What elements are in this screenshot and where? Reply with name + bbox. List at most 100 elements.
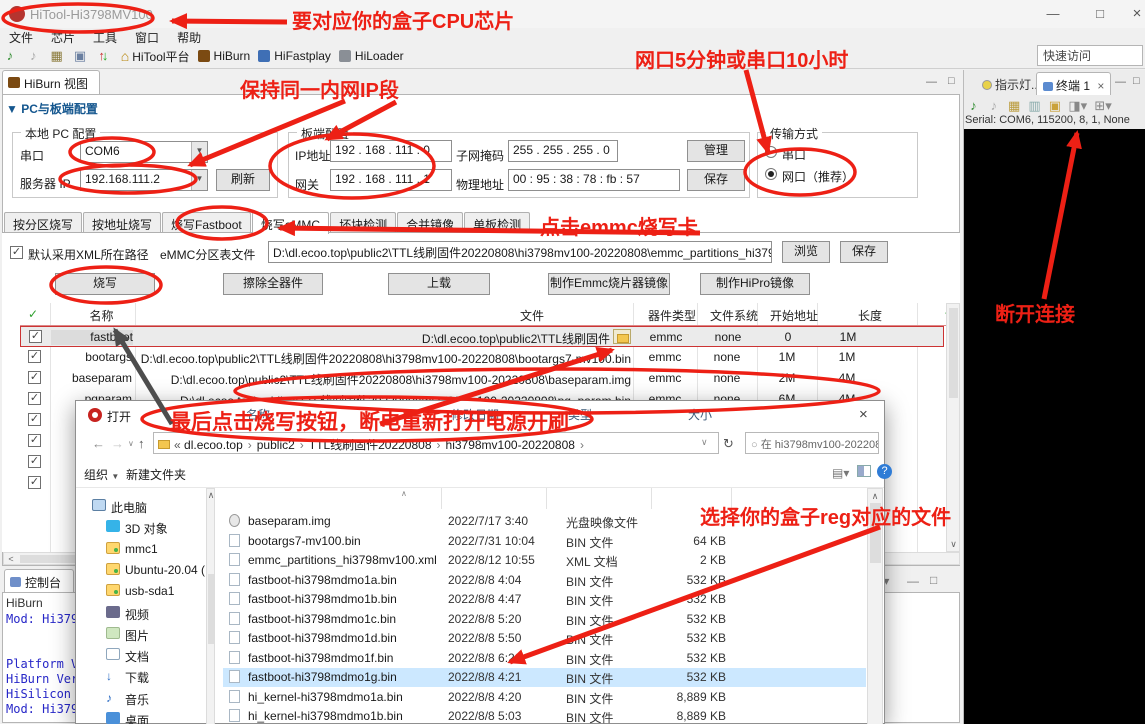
file-row[interactable]: fastboot-hi3798mdmo1d.bin2022/8/8 5:50BI…: [223, 629, 866, 648]
serial-radio-label[interactable]: 串口: [782, 146, 806, 163]
maximize-button[interactable]: □: [1085, 4, 1115, 24]
net-radio[interactable]: [765, 168, 777, 180]
gateway-input[interactable]: 192 . 168 . 111 . 1: [330, 169, 452, 191]
chevron-down-icon[interactable]: ▼: [191, 142, 207, 162]
refresh-icon[interactable]: ↻: [723, 436, 734, 452]
terminal-disconnect-icon[interactable]: ♪: [986, 97, 1001, 115]
hiburn-view-tab[interactable]: HiBurn 视图: [2, 70, 100, 94]
column-header-器件类型[interactable]: 器件类型: [640, 307, 704, 324]
ip-input[interactable]: 192 . 168 . 111 . 0: [330, 140, 452, 162]
breadcrumb-item[interactable]: public2: [257, 438, 295, 452]
toolbar-app-HiBurn[interactable]: HiBurn: [198, 46, 251, 66]
make-emmc-image-button[interactable]: 制作Emmc烧片器镜像: [548, 273, 670, 295]
netmask-input[interactable]: 255 . 255 . 255 . 0: [508, 140, 618, 162]
serial-port-combo[interactable]: COM6▼: [80, 141, 208, 163]
board-save-button[interactable]: 保存: [687, 169, 745, 191]
dialog-close-icon[interactable]: ×: [859, 406, 868, 423]
manage-button[interactable]: 管理: [687, 140, 745, 162]
view-mode-icon[interactable]: ▤▾: [832, 466, 849, 480]
browse-button[interactable]: 浏览: [782, 241, 830, 263]
pc-board-config-header[interactable]: ▼ PC与板端配置: [6, 100, 956, 120]
search-input[interactable]: ○ 在 hi3798mv100-2022080...: [745, 432, 879, 454]
burn-tab-合并镜像[interactable]: 合并镜像: [397, 212, 463, 233]
column-type[interactable]: 类型: [568, 406, 592, 423]
file-row[interactable]: emmc_partitions_hi3798mv100.xml2022/8/12…: [223, 551, 866, 570]
scroll-up-icon[interactable]: ∧: [207, 490, 215, 501]
check-all-icon[interactable]: ✓: [28, 307, 38, 321]
history-chevron-icon[interactable]: ∨: [128, 439, 134, 448]
address-chevron-icon[interactable]: ∨: [701, 437, 708, 448]
plug-dropdown-icon[interactable]: ◨▾: [1068, 97, 1088, 115]
burn-tab-按分区烧写[interactable]: 按分区烧写: [4, 212, 82, 233]
up-icon[interactable]: ↑: [138, 436, 145, 451]
chevron-down-icon[interactable]: ▼: [191, 170, 207, 190]
row-checkbox[interactable]: ✓: [28, 455, 41, 468]
row-checkbox[interactable]: ✓: [28, 476, 41, 489]
file-row[interactable]: bootargs7-mv100.bin2022/7/31 10:04BIN 文件…: [223, 532, 866, 551]
make-hipro-image-button[interactable]: 制作HiPro镜像: [700, 273, 810, 295]
console-minimize-icon[interactable]: —: [907, 574, 919, 588]
breadcrumb-item[interactable]: dl.ecoo.top: [184, 438, 243, 452]
table-row[interactable]: ✓fastbootD:\dl.ecoo.top\public2\TTL线刷固件e…: [20, 326, 944, 347]
browse-file-icon[interactable]: [613, 329, 631, 344]
breadcrumb-item[interactable]: hi3798mv100-20220808: [446, 438, 575, 452]
toolbar-app-HiTool平台[interactable]: ⌂HiTool平台: [121, 46, 190, 66]
file-row[interactable]: hi_kernel-hi3798mdmo1b.bin2022/8/8 5:03B…: [223, 707, 866, 724]
sidebar-scrollbar[interactable]: ∧: [206, 488, 215, 724]
sidebar-item-图片[interactable]: 图片: [76, 625, 206, 645]
row-checkbox[interactable]: ✓: [28, 371, 41, 384]
burn-tab-单板检测[interactable]: 单板检测: [464, 212, 530, 233]
server-ip-combo[interactable]: 192.168.111.2▼: [80, 169, 208, 191]
row-checkbox[interactable]: ✓: [28, 350, 41, 363]
net-radio-label[interactable]: 网口（推荐）: [782, 168, 854, 185]
column-header-开始地址[interactable]: 开始地址: [764, 307, 824, 324]
burn-tab-坏块检测[interactable]: 坏块检测: [330, 212, 396, 233]
terminal-columns-icon[interactable]: ▥: [1027, 97, 1042, 115]
column-size[interactable]: 大小: [688, 406, 712, 423]
burn-button[interactable]: 烧写: [55, 273, 155, 295]
sidebar-item-3D 对象[interactable]: 3D 对象: [76, 518, 206, 538]
sidebar-item-音乐[interactable]: ♪音乐: [76, 689, 206, 709]
file-row[interactable]: fastboot-hi3798mdmo1b.bin2022/8/8 4:47BI…: [223, 590, 866, 609]
sidebar-item-文档[interactable]: 文档: [76, 646, 206, 666]
row-checkbox[interactable]: ✓: [28, 392, 41, 405]
console-maximize-icon[interactable]: □: [930, 573, 937, 587]
burn-tab-烧写Fastboot[interactable]: 烧写Fastboot: [162, 212, 251, 233]
panel-minimize-icon[interactable]: —: [1115, 76, 1126, 88]
erase-all-button[interactable]: 擦除全器件: [223, 273, 323, 295]
row-checkbox[interactable]: ✓: [29, 330, 42, 343]
sidebar-item-此电脑[interactable]: 此电脑: [76, 497, 206, 517]
sidebar-item-Ubuntu-20.04 ([interactable]: Ubuntu-20.04 (: [76, 561, 206, 581]
back-icon[interactable]: ←: [92, 436, 105, 451]
column-header-文件[interactable]: 文件: [520, 307, 544, 324]
sidebar-item-桌面[interactable]: 桌面: [76, 710, 206, 724]
new-folder-button[interactable]: 新建文件夹: [126, 466, 186, 483]
row-checkbox[interactable]: ✓: [28, 434, 41, 447]
preview-pane-icon[interactable]: [857, 465, 871, 477]
view-maximize-icon[interactable]: □: [948, 75, 955, 87]
help-icon[interactable]: ?: [877, 464, 892, 479]
scroll-left-icon[interactable]: <: [6, 554, 16, 564]
transfer-arrows-icon[interactable]: ↑↓: [94, 47, 112, 65]
tab-terminal-1[interactable]: 终端 1 ×: [1036, 72, 1111, 95]
terminal-settings-icon[interactable]: ▦: [1007, 97, 1022, 115]
burn-tab-烧写eMMC[interactable]: 烧写eMMC: [252, 212, 329, 234]
xml-path-checkbox[interactable]: ✓: [10, 246, 23, 259]
plug-icon[interactable]: ▣: [71, 47, 89, 65]
connect-icon[interactable]: ♪: [1, 47, 19, 65]
column-header-文件系统[interactable]: 文件系统: [704, 307, 764, 324]
file-row[interactable]: fastboot-hi3798mdmo1a.bin2022/8/8 4:04BI…: [223, 571, 866, 590]
panel-maximize-icon[interactable]: □: [1133, 75, 1140, 87]
terminal-connect-icon[interactable]: ♪: [966, 97, 981, 115]
sidebar-item-下载[interactable]: ↓下载: [76, 667, 206, 687]
file-row[interactable]: fastboot-hi3798mdmo1g.bin2022/8/8 4:21BI…: [223, 668, 866, 687]
file-row[interactable]: fastboot-hi3798mdmo1c.bin2022/8/8 5:20BI…: [223, 610, 866, 629]
file-row[interactable]: fastboot-hi3798mdmo1f.bin2022/8/8 6:20BI…: [223, 649, 866, 668]
quick-access-input[interactable]: [1037, 45, 1143, 66]
column-header-名称[interactable]: 名称: [68, 307, 135, 324]
file-row[interactable]: hi_kernel-hi3798mdmo1a.bin2022/8/8 4:20B…: [223, 688, 866, 707]
scroll-down-icon[interactable]: ∨: [947, 539, 960, 550]
xml-path-input[interactable]: D:\dl.ecoo.top\public2\TTL线刷固件20220808\h…: [268, 241, 772, 263]
sidebar-item-usb-sda1[interactable]: usb-sda1: [76, 582, 206, 602]
toolbar-app-HiLoader[interactable]: HiLoader: [339, 46, 404, 66]
